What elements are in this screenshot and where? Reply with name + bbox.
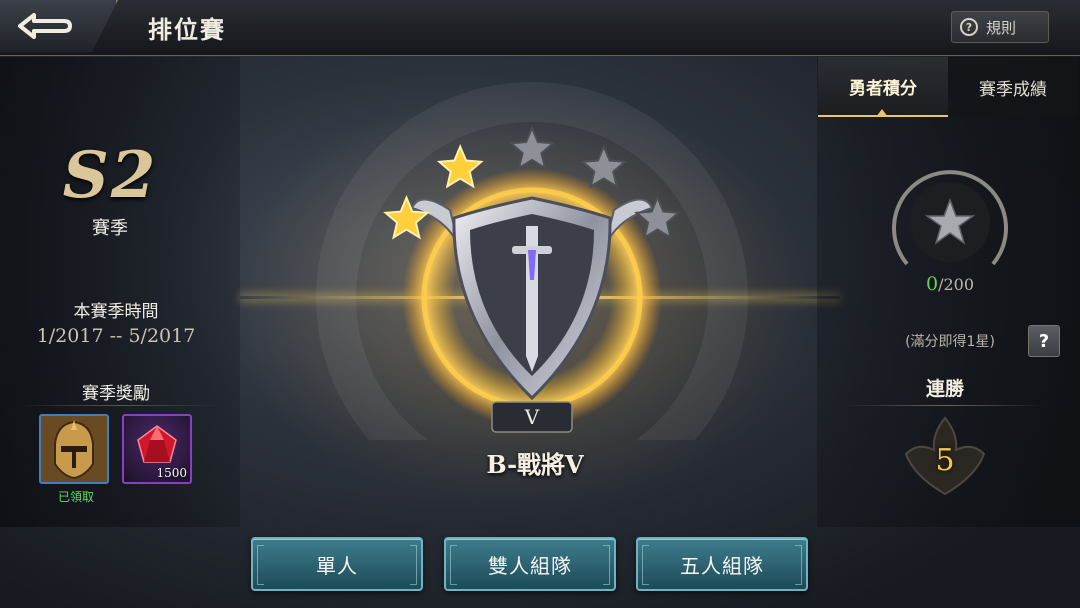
rank-star-empty-icon	[580, 144, 628, 189]
top-bar: 排位賽 ? 規則	[0, 0, 1080, 56]
five-stack-queue-button[interactable]: 五人組隊	[636, 537, 808, 591]
rank-star-empty-icon	[508, 125, 556, 170]
season-period-title: 本賽季時間	[73, 302, 159, 322]
hero-skin-icon	[41, 416, 107, 482]
tier-numeral: V	[524, 405, 540, 429]
points-value: 0/200	[890, 273, 1010, 295]
tab-brave-points[interactable]: 勇者積分	[818, 57, 948, 117]
win-streak-value: 5	[935, 443, 955, 478]
solo-queue-button[interactable]: 單人	[251, 537, 423, 591]
brave-points-gauge	[892, 170, 1008, 266]
duo-queue-button[interactable]: 雙人組隊	[444, 537, 616, 591]
season-panel	[0, 57, 240, 527]
points-current: 0	[925, 273, 939, 295]
reward-gem-amount: 1500	[156, 466, 187, 480]
tab-season-results[interactable]: 賽季成績	[948, 57, 1078, 117]
rank-emblem: V	[316, 82, 748, 440]
reward-hero-skin[interactable]	[39, 414, 109, 484]
reward-claimed-status: 已領取	[57, 490, 94, 504]
points-hint: (滿分即得1星)	[905, 334, 995, 350]
help-icon: ?	[1038, 330, 1050, 352]
points-help-button[interactable]: ?	[1028, 325, 1060, 357]
question-circle-icon: ?	[960, 18, 978, 36]
season-label: 賽季	[92, 218, 128, 239]
rules-button[interactable]: ? 規則	[951, 11, 1049, 43]
season-period-value: 1/2017 -- 5/2017	[36, 325, 196, 347]
rules-button-label: 規則	[986, 18, 1017, 37]
season-code: S2	[62, 138, 158, 213]
points-max: /200	[938, 275, 975, 294]
rewards-divider	[20, 405, 220, 406]
rank-star-filled-icon	[436, 144, 484, 189]
win-streak-title: 連勝	[925, 378, 964, 400]
back-button[interactable]	[14, 9, 74, 43]
streak-divider	[845, 405, 1045, 406]
back-arrow-icon[interactable]	[14, 9, 74, 43]
rank-label: B-戰將V	[486, 450, 584, 479]
season-rewards-title: 賽季獎勵	[82, 384, 150, 404]
reward-gem[interactable]: 1500	[122, 414, 192, 484]
page-title: 排位賽	[148, 16, 226, 44]
